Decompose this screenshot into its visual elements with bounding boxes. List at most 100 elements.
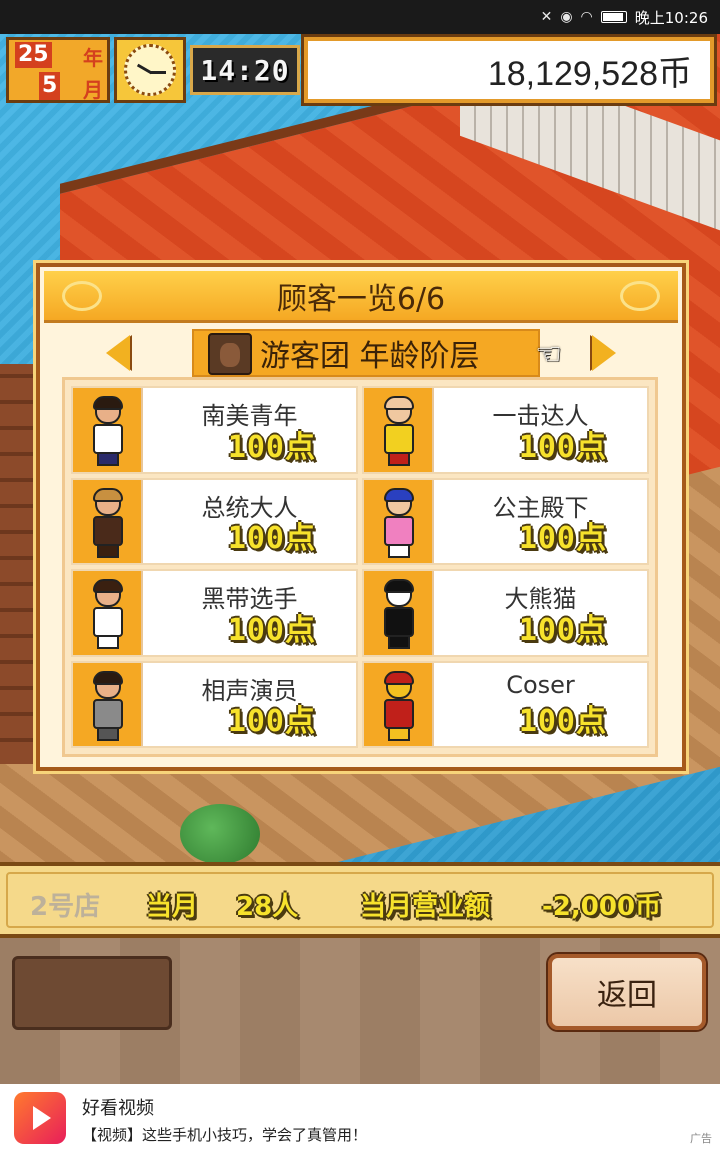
customer-card[interactable]: 黑带选手 100点: [71, 569, 358, 657]
menu-slot[interactable]: [12, 956, 172, 1030]
category-nav: 游客团 年龄阶层 ☜: [44, 327, 678, 379]
customer-info: 总统大人 100点: [143, 480, 356, 564]
ad-description[interactable]: 【视频】这些手机小技巧，学会了真管用！: [82, 1124, 367, 1145]
customer-sprite-icon: [378, 579, 420, 651]
sprite-body: [93, 607, 123, 637]
sprite-body: [384, 424, 414, 454]
customer-card[interactable]: 总统大人 100点: [71, 477, 358, 565]
sprite-hair: [93, 579, 123, 593]
mute-icon: ✕: [540, 9, 553, 25]
sprite-body: [93, 698, 123, 729]
swirl-ornament-icon: [620, 281, 660, 311]
customer-info: 相声演员 100点: [143, 663, 356, 747]
customer-points: 100点: [518, 612, 607, 648]
store-label: 2号店: [30, 892, 101, 922]
customer-sprite-icon: [378, 487, 420, 560]
money-display: 18,129,528币: [301, 34, 717, 106]
customer-card[interactable]: 相声演员 100点: [71, 660, 358, 748]
sprite-body: [384, 515, 414, 546]
sprite-legs: [97, 726, 119, 741]
sprite-body: [93, 424, 123, 454]
clock-icon: [114, 37, 186, 103]
wifi-icon: ◠: [580, 9, 593, 25]
game-time: 14:20: [190, 45, 300, 95]
customer-card[interactable]: 一击达人 100点: [362, 386, 649, 474]
ad-tag: 广告: [690, 1132, 712, 1145]
category-label: 游客团 年龄阶层: [260, 339, 480, 374]
customer-info: 黑带选手 100点: [143, 571, 356, 655]
customer-portrait: [73, 662, 143, 746]
clock-face: [124, 44, 176, 96]
date-display: 25 年 5 月: [6, 37, 110, 103]
sprite-legs: [388, 635, 410, 649]
sprite-hair: [384, 579, 414, 593]
sprite-body: [384, 607, 414, 637]
customer-name: Coser: [506, 670, 575, 699]
customer-card[interactable]: 南美青年 100点: [71, 386, 358, 474]
year-label: 年: [83, 46, 103, 70]
customer-points: 100点: [227, 429, 316, 465]
customer-portrait: [73, 479, 143, 563]
customer-card[interactable]: 大熊猫 100点: [362, 569, 649, 657]
sprite-legs: [388, 452, 410, 466]
prev-arrow-icon[interactable]: [106, 335, 130, 371]
sprite-legs: [388, 726, 410, 741]
customer-sprite-icon: [87, 579, 129, 651]
year-value: 25: [15, 42, 52, 68]
customer-points: 100点: [227, 521, 316, 556]
sprite-legs: [97, 635, 119, 649]
next-arrow-icon[interactable]: [592, 335, 616, 371]
customer-points: 100点: [227, 704, 316, 739]
customer-grid-wrapper: 南美青年 100点 一击达人 100点 总统大人 100点 公主殿下 100点 黑带选手 100点…: [62, 377, 658, 757]
customer-sprite-icon: [87, 396, 129, 468]
top-hud: 25 年 5 月 14:20 18,129,528币: [0, 34, 720, 106]
sprite-legs: [388, 543, 410, 558]
sales-label: 当月营业额: [360, 892, 491, 922]
customer-points: 100点: [518, 429, 607, 465]
sprite-hair: [384, 396, 414, 410]
tour-group-avatar: [208, 333, 252, 375]
customer-points: 100点: [518, 521, 607, 556]
swirl-ornament-icon: [62, 281, 102, 311]
sprite-hair: [384, 487, 414, 502]
sprite-hair: [384, 670, 414, 685]
customer-count: 28人: [236, 892, 299, 922]
panel-title-bar: 顾客一览6/6: [44, 271, 678, 323]
customer-points: 100点: [518, 704, 607, 739]
customer-info: 公主殿下 100点: [434, 480, 647, 564]
customer-portrait: [73, 571, 143, 655]
ad-banner[interactable]: 好看视频 【视频】这些手机小技巧，学会了真管用！ 广告: [0, 1084, 720, 1152]
customer-info: 一击达人 100点: [434, 388, 647, 472]
bottom-menu: 返回: [0, 938, 720, 1084]
customer-sprite-icon: [87, 487, 129, 560]
status-bar: ✕ ◉ ◠ 晚上10:26: [0, 0, 720, 34]
sprite-hair: [93, 670, 123, 685]
panel-title: 顾客一览6/6: [276, 281, 446, 317]
customer-portrait: [73, 388, 143, 472]
customer-points: 100点: [227, 612, 316, 648]
tree: [180, 804, 260, 864]
customer-card[interactable]: 公主殿下 100点: [362, 477, 649, 565]
video-app-icon[interactable]: [14, 1092, 66, 1144]
month-label: 月: [83, 78, 103, 102]
customer-list-panel: 顾客一览6/6 游客团 年龄阶层 ☜ 南美青年 100点 一击达人 100点 总统大人 1…: [36, 263, 686, 771]
customer-info: 南美青年 100点: [143, 388, 356, 472]
customer-card[interactable]: Coser 100点: [362, 660, 649, 748]
customer-sprite-icon: [378, 396, 420, 468]
eye-icon: ◉: [560, 9, 573, 25]
sprite-legs: [97, 452, 119, 466]
customer-sprite-icon: [378, 670, 420, 743]
sprite-hair: [93, 487, 123, 502]
sprite-hair: [93, 396, 123, 410]
category-selector[interactable]: 游客团 年龄阶层 ☜: [192, 329, 562, 377]
status-time: 晚上10:26: [634, 8, 708, 27]
customer-sprite-icon: [87, 670, 129, 743]
sprite-legs: [97, 543, 119, 558]
ad-title[interactable]: 好看视频: [82, 1094, 154, 1120]
month-label: 当月: [146, 892, 199, 922]
customer-portrait: [364, 571, 434, 655]
customer-portrait: [364, 388, 434, 472]
store-stats-bar: 2号店 当月 28人 当月营业额 -2,000币: [0, 862, 720, 938]
back-button[interactable]: 返回: [548, 954, 706, 1030]
month-value: 5: [39, 72, 61, 100]
